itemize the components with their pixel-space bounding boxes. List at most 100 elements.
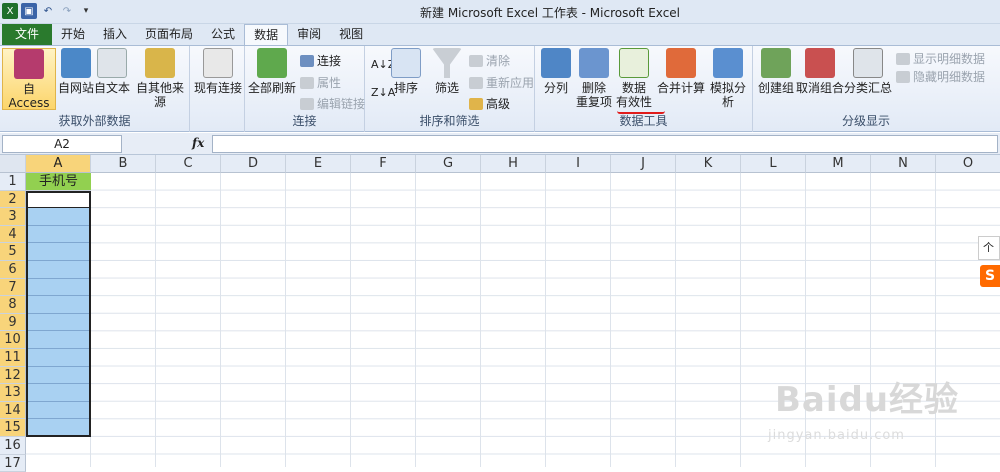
refresh-all-button[interactable]: 全部刷新 <box>248 48 296 95</box>
from-access-button[interactable]: 自 Access <box>2 48 56 110</box>
column-header-c[interactable]: C <box>156 155 221 173</box>
link-icon <box>300 54 314 67</box>
row-header-11[interactable]: 11 <box>0 349 26 367</box>
row-header-8[interactable]: 8 <box>0 296 26 314</box>
side-logo[interactable]: S <box>980 265 1000 287</box>
column-header-l[interactable]: L <box>741 155 806 173</box>
save-icon[interactable]: ▣ <box>21 3 37 19</box>
row-header-3[interactable]: 3 <box>0 208 26 226</box>
existing-connections-button[interactable]: 现有连接 <box>194 48 242 95</box>
column-header-k[interactable]: K <box>676 155 741 173</box>
reapply-button[interactable]: 重新应用 <box>469 74 534 91</box>
cell-a13[interactable] <box>26 384 91 402</box>
column-header-b[interactable]: B <box>91 155 156 173</box>
row-header-17[interactable]: 17 <box>0 454 26 472</box>
side-chip[interactable]: 个性 <box>978 236 1000 260</box>
column-header-g[interactable]: G <box>416 155 481 173</box>
cell-a4[interactable] <box>26 225 91 244</box>
row-header-9[interactable]: 9 <box>0 313 26 332</box>
what-if-analysis-button[interactable]: 模拟分析 <box>705 48 751 109</box>
row-header-10[interactable]: 10 <box>0 331 26 349</box>
tab-formulas[interactable]: 公式 <box>202 24 244 45</box>
row-header-16[interactable]: 16 <box>0 437 26 455</box>
column-header-f[interactable]: F <box>351 155 416 173</box>
connections-button[interactable]: 连接 <box>300 52 341 69</box>
sort-button[interactable]: 排序 <box>391 48 421 95</box>
from-web-button[interactable]: 自网站 <box>58 48 94 95</box>
group-label: 连接 <box>292 114 317 128</box>
undo-icon[interactable]: ↶ <box>40 3 56 19</box>
column-header-h[interactable]: H <box>481 155 546 173</box>
group-outline: 创建组 取消组合 分类汇总 显示明细数据 隐藏明细数据 分级显示 <box>753 46 985 132</box>
column-header-m[interactable]: M <box>806 155 871 173</box>
cell-a7[interactable] <box>26 278 91 297</box>
remove-duplicates-button[interactable]: 删除 重复项 <box>575 48 613 109</box>
text-file-icon <box>97 48 127 78</box>
column-header-a[interactable]: A <box>26 155 91 173</box>
cell-a6[interactable] <box>26 261 91 279</box>
tab-home[interactable]: 开始 <box>52 24 94 45</box>
cell-a10[interactable] <box>26 331 91 349</box>
column-header-d[interactable]: D <box>221 155 286 173</box>
formula-input[interactable] <box>212 135 998 153</box>
filter-button[interactable]: 筛选 <box>429 48 465 95</box>
tab-insert[interactable]: 插入 <box>94 24 136 45</box>
cell-a14[interactable] <box>26 401 91 420</box>
what-if-icon <box>713 48 743 78</box>
text-to-columns-button[interactable]: 分列 <box>539 48 573 95</box>
cell-a2[interactable] <box>26 190 91 209</box>
clear-button[interactable]: 清除 <box>469 52 510 69</box>
column-header-i[interactable]: I <box>546 155 611 173</box>
edit-links-button[interactable]: 编辑链接 <box>300 95 365 112</box>
row-header-5[interactable]: 5 <box>0 243 26 261</box>
tab-data[interactable]: 数据 <box>244 24 289 45</box>
redo-icon[interactable]: ↷ <box>59 3 75 19</box>
column-header-o[interactable]: O <box>936 155 1000 173</box>
data-validation-button[interactable]: 数据 有效性 <box>613 48 655 109</box>
tab-view[interactable]: 视图 <box>330 24 372 45</box>
column-header-j[interactable]: J <box>611 155 676 173</box>
advanced-button[interactable]: 高级 <box>469 95 510 112</box>
gridlines <box>26 173 1000 467</box>
hide-detail-button[interactable]: 隐藏明细数据 <box>896 68 985 85</box>
column-header-n[interactable]: N <box>871 155 936 173</box>
row-header-6[interactable]: 6 <box>0 261 26 279</box>
row-header-7[interactable]: 7 <box>0 278 26 297</box>
select-all-corner[interactable] <box>0 155 26 173</box>
cell-a11[interactable] <box>26 349 91 367</box>
from-other-sources-button[interactable]: 自其他来源 <box>132 48 188 109</box>
cell-a5[interactable] <box>26 243 91 261</box>
ungroup-button[interactable]: 取消组合 <box>796 48 844 95</box>
cell-a1[interactable]: 手机号 <box>26 173 91 191</box>
cell-a3[interactable] <box>26 208 91 226</box>
row-header-15[interactable]: 15 <box>0 419 26 437</box>
row-header-1[interactable]: 1 <box>0 173 26 191</box>
cell-a15[interactable] <box>26 419 91 437</box>
cell-a8[interactable] <box>26 296 91 314</box>
show-detail-button[interactable]: 显示明细数据 <box>896 50 985 67</box>
fx-icon[interactable]: fx <box>192 136 204 150</box>
row-header-4[interactable]: 4 <box>0 225 26 244</box>
from-text-button[interactable]: 自文本 <box>94 48 130 95</box>
row-header-14[interactable]: 14 <box>0 401 26 420</box>
column-header-e[interactable]: E <box>286 155 351 173</box>
consolidate-button[interactable]: 合并计算 <box>657 48 705 95</box>
tab-review[interactable]: 审阅 <box>288 24 330 45</box>
row-header-12[interactable]: 12 <box>0 366 26 385</box>
row-header-2[interactable]: 2 <box>0 190 26 209</box>
cell-a9[interactable] <box>26 313 91 332</box>
subtotal-button[interactable]: 分类汇总 <box>844 48 892 95</box>
customize-qat-icon[interactable]: ▾ <box>78 3 94 19</box>
properties-button[interactable]: 属性 <box>300 74 341 91</box>
tab-file[interactable]: 文件 <box>2 24 52 45</box>
show-detail-icon <box>896 52 910 65</box>
formula-bar: A2 fx <box>0 133 1000 155</box>
cell-a12[interactable] <box>26 366 91 385</box>
tab-page-layout[interactable]: 页面布局 <box>136 24 202 45</box>
row-header-13[interactable]: 13 <box>0 384 26 402</box>
ribbon-tabs: 文件 开始 插入 页面布局 公式 数据 审阅 视图 <box>0 24 1000 45</box>
name-box[interactable]: A2 <box>2 135 122 153</box>
title-bar: X ▣ ↶ ↷ ▾ 新建 Microsoft Excel 工作表 - Micro… <box>0 0 1000 24</box>
group-button[interactable]: 创建组 <box>758 48 794 95</box>
ungroup-icon <box>805 48 835 78</box>
